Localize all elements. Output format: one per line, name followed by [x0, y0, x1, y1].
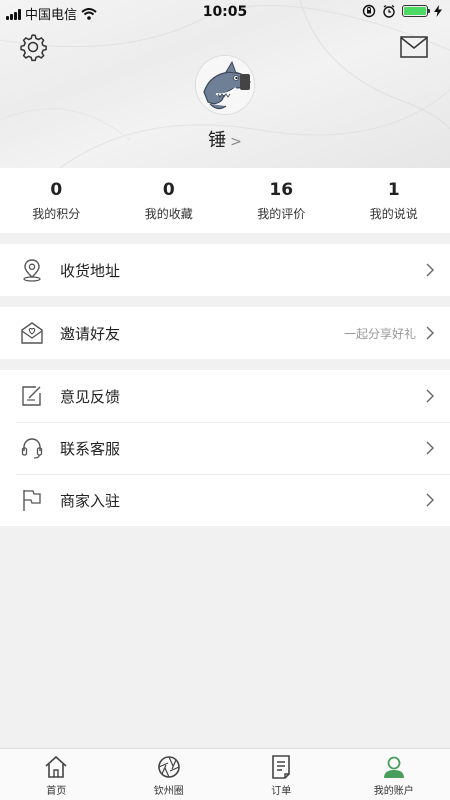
- order-document-icon: [272, 755, 291, 779]
- edit-note-icon: [20, 384, 44, 408]
- menu-label: 意见反馈: [60, 387, 121, 406]
- tab-my-account[interactable]: 我的账户: [338, 749, 450, 800]
- profile-header: 中国电信 10:05 锤 >: [0, 0, 450, 168]
- settings-gear-icon[interactable]: [18, 32, 48, 62]
- stat-label: 我的积分: [32, 207, 81, 221]
- stat-value: 0: [162, 180, 175, 200]
- chevron-right-icon: [426, 263, 434, 277]
- chevron-right-icon: [426, 493, 434, 507]
- menu-item-merchant-join[interactable]: 商家入驻: [0, 474, 450, 526]
- chevron-right-icon: [426, 326, 434, 340]
- alarm-icon: [383, 4, 395, 18]
- chevron-right-icon: [426, 389, 434, 403]
- stat-reviews[interactable]: 16 我的评价: [225, 168, 338, 233]
- menu-label: 联系客服: [60, 439, 121, 458]
- aperture-icon: [157, 756, 180, 778]
- menu-label: 邀请好友: [60, 324, 121, 343]
- stat-points[interactable]: 0 我的积分: [0, 168, 113, 233]
- headset-icon: [20, 436, 44, 460]
- menu-label: 商家入驻: [60, 491, 121, 510]
- home-icon: [45, 755, 67, 778]
- rotation-lock-icon: [362, 4, 376, 18]
- user-icon: [383, 756, 404, 778]
- chevron-right-icon: >: [230, 134, 242, 150]
- stats-bar: 0 我的积分 0 我的收藏 16 我的评价 1 我的说说: [0, 168, 450, 233]
- tab-orders[interactable]: 订单: [225, 749, 338, 800]
- tab-home[interactable]: 首页: [0, 749, 113, 800]
- invite-section: 邀请好友 一起分享好礼: [0, 307, 450, 359]
- menu-item-feedback[interactable]: 意见反馈: [0, 370, 450, 422]
- gift-envelope-icon: [20, 321, 44, 345]
- username-link[interactable]: 锤 >: [0, 126, 450, 152]
- shark-avatar-image: [196, 56, 254, 114]
- status-bar: 中国电信 10:05: [0, 0, 450, 24]
- tab-label: 首页: [46, 786, 67, 797]
- username: 锤: [208, 130, 227, 151]
- chevron-right-icon: [426, 441, 434, 455]
- menu-item-invite[interactable]: 邀请好友 一起分享好礼: [0, 307, 450, 359]
- avatar[interactable]: [195, 55, 255, 115]
- tab-label: 订单: [271, 786, 292, 797]
- stat-posts[interactable]: 1 我的说说: [338, 168, 450, 233]
- tab-label: 我的账户: [373, 786, 414, 797]
- menu-label: 收货地址: [60, 261, 121, 280]
- stat-value: 0: [50, 180, 63, 200]
- address-section: 收货地址: [0, 244, 450, 296]
- message-mail-icon[interactable]: [400, 36, 428, 58]
- support-section: 意见反馈 联系客服 商家入驻: [0, 370, 450, 526]
- stat-label: 我的评价: [257, 207, 306, 221]
- menu-item-address[interactable]: 收货地址: [0, 244, 450, 296]
- invite-hint: 一起分享好礼: [343, 326, 416, 341]
- battery-icon: [402, 5, 430, 17]
- stat-value: 1: [387, 180, 400, 200]
- stat-label: 我的说说: [369, 207, 418, 221]
- charging-icon: [434, 5, 442, 17]
- menu-item-customer-service[interactable]: 联系客服: [0, 422, 450, 474]
- bottom-tab-bar: 首页 钦州圈 订单 我的账户: [0, 748, 450, 800]
- tab-label: 钦州圈: [153, 786, 184, 797]
- stat-favorites[interactable]: 0 我的收藏: [113, 168, 226, 233]
- tab-qinzhou-circle[interactable]: 钦州圈: [113, 749, 226, 800]
- stat-label: 我的收藏: [144, 207, 193, 221]
- flag-icon: [20, 488, 44, 512]
- location-pin-icon: [20, 258, 44, 282]
- stat-value: 16: [269, 180, 294, 200]
